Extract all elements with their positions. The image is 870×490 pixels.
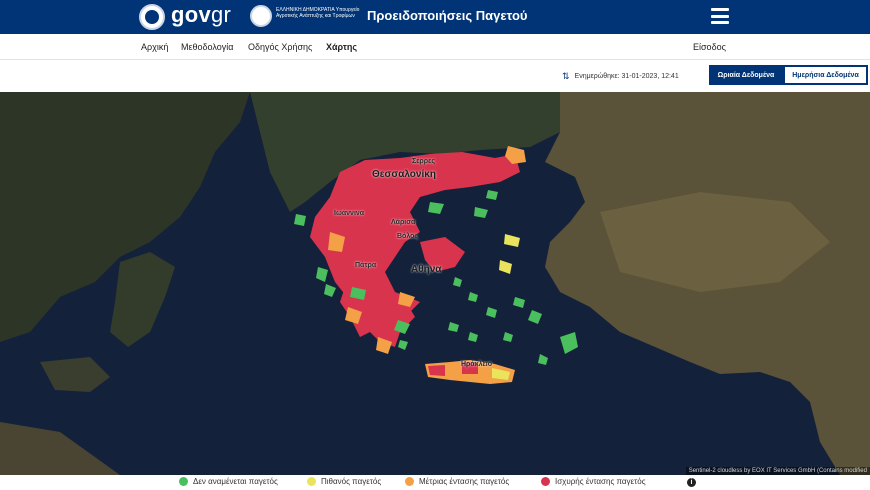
map-label-ioannina: Ιωάννινα bbox=[334, 210, 365, 217]
map-label-volos: Βόλος bbox=[397, 233, 419, 240]
map-label-larisa: Λάρισα bbox=[391, 219, 416, 226]
legend-item-no-frost: Δεν αναμένεται παγετός bbox=[179, 477, 278, 486]
nav-item-user-guide[interactable]: Οδηγός Χρήσης bbox=[248, 42, 312, 52]
hamburger-icon[interactable] bbox=[711, 8, 729, 24]
map-label-heraklion: Ηράκλειο bbox=[461, 361, 493, 368]
last-updated-text: Ενημερώθηκε: 31-01-2023, 12:41 bbox=[574, 73, 679, 80]
map-label-patra: Πάτρα bbox=[355, 262, 377, 269]
legend-item-moderate-frost: Μέτριας έντασης παγετός bbox=[405, 477, 509, 486]
nav-item-methodology[interactable]: Μεθοδολογία bbox=[181, 42, 233, 52]
map-label-athens: Αθήνα bbox=[411, 264, 442, 275]
daily-data-button[interactable]: Ημερήσια Δεδομένα bbox=[783, 65, 868, 85]
map-attribution: Sentinel-2 cloudless by EOX IT Services … bbox=[685, 467, 870, 475]
main-nav: Αρχική Μεθοδολογία Οδηγός Χρήσης Χάρτης … bbox=[0, 34, 870, 60]
map-label-thessaloniki: Θεσσαλονίκη bbox=[372, 169, 436, 180]
legend-dot-yellow bbox=[307, 477, 316, 486]
hourly-data-button[interactable]: Ωριαία Δεδομένα bbox=[709, 65, 783, 85]
legend-item-possible-frost: Πιθανός παγετός bbox=[307, 477, 381, 486]
map-label-serres: Σέρρες bbox=[412, 158, 435, 165]
ministry-logo: ΕΛΛΗΝΙΚΗ ΔΗΜΟΚΡΑΤΙΑ Υπουργείο Αγροτικής … bbox=[250, 5, 362, 27]
legend-dot-red bbox=[541, 477, 550, 486]
page-title: Προειδοποιήσεις Παγετού bbox=[367, 8, 528, 23]
nav-item-map[interactable]: Χάρτης bbox=[326, 42, 357, 52]
govgr-logo[interactable]: govgr bbox=[171, 2, 231, 28]
map-legend: Δεν αναμένεται παγετός Πιθανός παγετός Μ… bbox=[0, 475, 870, 490]
govgr-seal-icon bbox=[139, 4, 165, 30]
legend-item-strong-frost: Ισχυρής έντασης παγετός bbox=[541, 477, 646, 486]
info-icon[interactable]: i bbox=[687, 478, 696, 487]
nav-item-home[interactable]: Αρχική bbox=[141, 42, 168, 52]
map-canvas bbox=[0, 92, 870, 475]
login-link[interactable]: Είσοδος bbox=[693, 42, 726, 52]
legend-dot-orange bbox=[405, 477, 414, 486]
legend-dot-green bbox=[179, 477, 188, 486]
top-bar: govgr ΕΛΛΗΝΙΚΗ ΔΗΜΟΚΡΑΤΙΑ Υπουργείο Αγρο… bbox=[0, 0, 870, 34]
map-toolbar: ⇅ Ενημερώθηκε: 31-01-2023, 12:41 Ωριαία … bbox=[0, 60, 870, 92]
refresh-icon[interactable]: ⇅ bbox=[562, 71, 570, 82]
ministry-name: ΕΛΛΗΝΙΚΗ ΔΗΜΟΚΡΑΤΙΑ Υπουργείο Αγροτικής … bbox=[276, 7, 360, 19]
ministry-seal-icon bbox=[250, 5, 272, 27]
frost-map[interactable]: Σέρρες Θεσσαλονίκη Ιωάννινα Λάρισα Βόλος… bbox=[0, 92, 870, 475]
last-updated: ⇅ Ενημερώθηκε: 31-01-2023, 12:41 bbox=[562, 71, 679, 82]
